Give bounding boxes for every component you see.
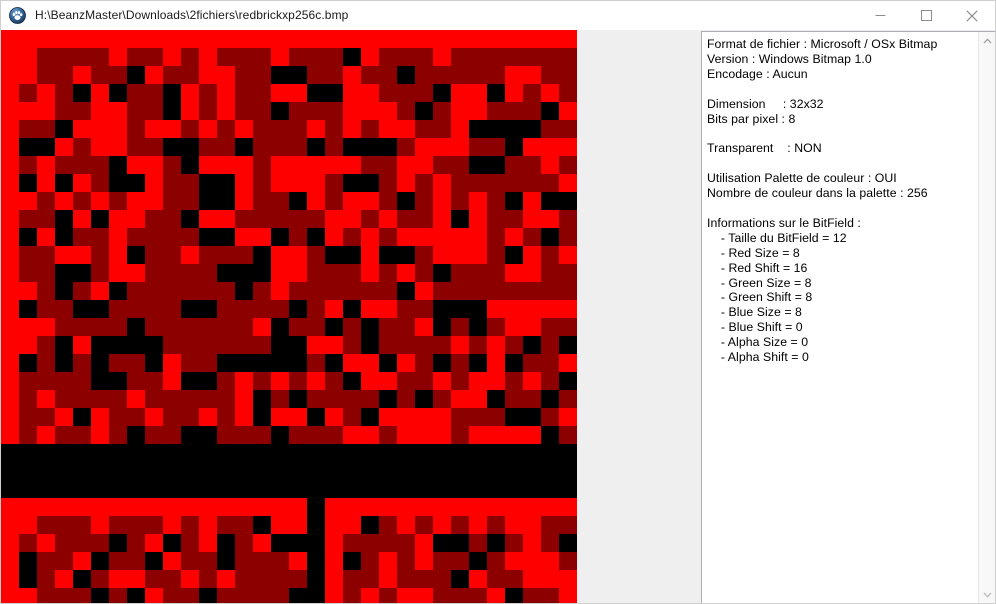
image-info-text: Format de fichier : Microsoft / OSx Bitm… [707,37,938,365]
scrollbar-track[interactable] [979,49,995,586]
scroll-up-button[interactable] [979,32,995,49]
window-controls [857,1,995,30]
minimize-button[interactable] [857,1,903,30]
image-viewer-window: H:\BeanzMaster\Downloads\2fichiers\redbr… [0,0,996,604]
image-info-panel: Format de fichier : Microsoft / OSx Bitm… [701,31,995,603]
maximize-button[interactable] [903,1,949,30]
bitmap-image [1,30,577,603]
close-icon [966,9,978,22]
scroll-down-button[interactable] [979,586,995,603]
client-area: Format de fichier : Microsoft / OSx Bitm… [1,30,995,603]
info-panel-scrollbar[interactable] [978,32,995,603]
minimize-icon [875,15,885,16]
title-bar: H:\BeanzMaster\Downloads\2fichiers\redbr… [1,1,995,30]
close-button[interactable] [949,1,995,30]
paw-print-icon [9,7,26,24]
chevron-down-icon [983,592,991,598]
chevron-up-icon [983,37,991,43]
image-preview-pane[interactable] [1,30,701,603]
window-title: H:\BeanzMaster\Downloads\2fichiers\redbr… [35,8,349,22]
maximize-icon [920,10,932,21]
